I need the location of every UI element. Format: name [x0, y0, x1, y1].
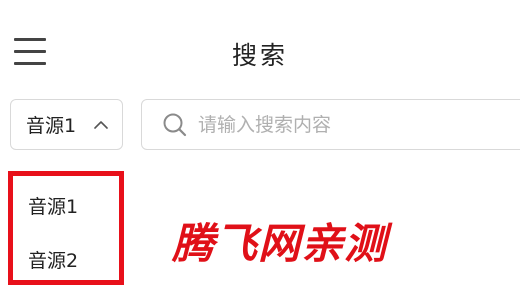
- page-title: 搜索: [231, 41, 288, 70]
- search-icon: [163, 113, 187, 136]
- watermark-text: 腾飞网亲测: [172, 219, 388, 268]
- source-select-value: 音源1: [26, 115, 77, 137]
- search-box[interactable]: [141, 99, 520, 150]
- chevron-up-icon: [94, 121, 108, 129]
- source-dropdown: 音源1 音源2: [8, 171, 124, 285]
- search-input[interactable]: [198, 113, 498, 136]
- source-select[interactable]: 音源1: [10, 99, 123, 150]
- source-option-2[interactable]: 音源2: [28, 246, 78, 273]
- source-option-1[interactable]: 音源1: [28, 192, 78, 219]
